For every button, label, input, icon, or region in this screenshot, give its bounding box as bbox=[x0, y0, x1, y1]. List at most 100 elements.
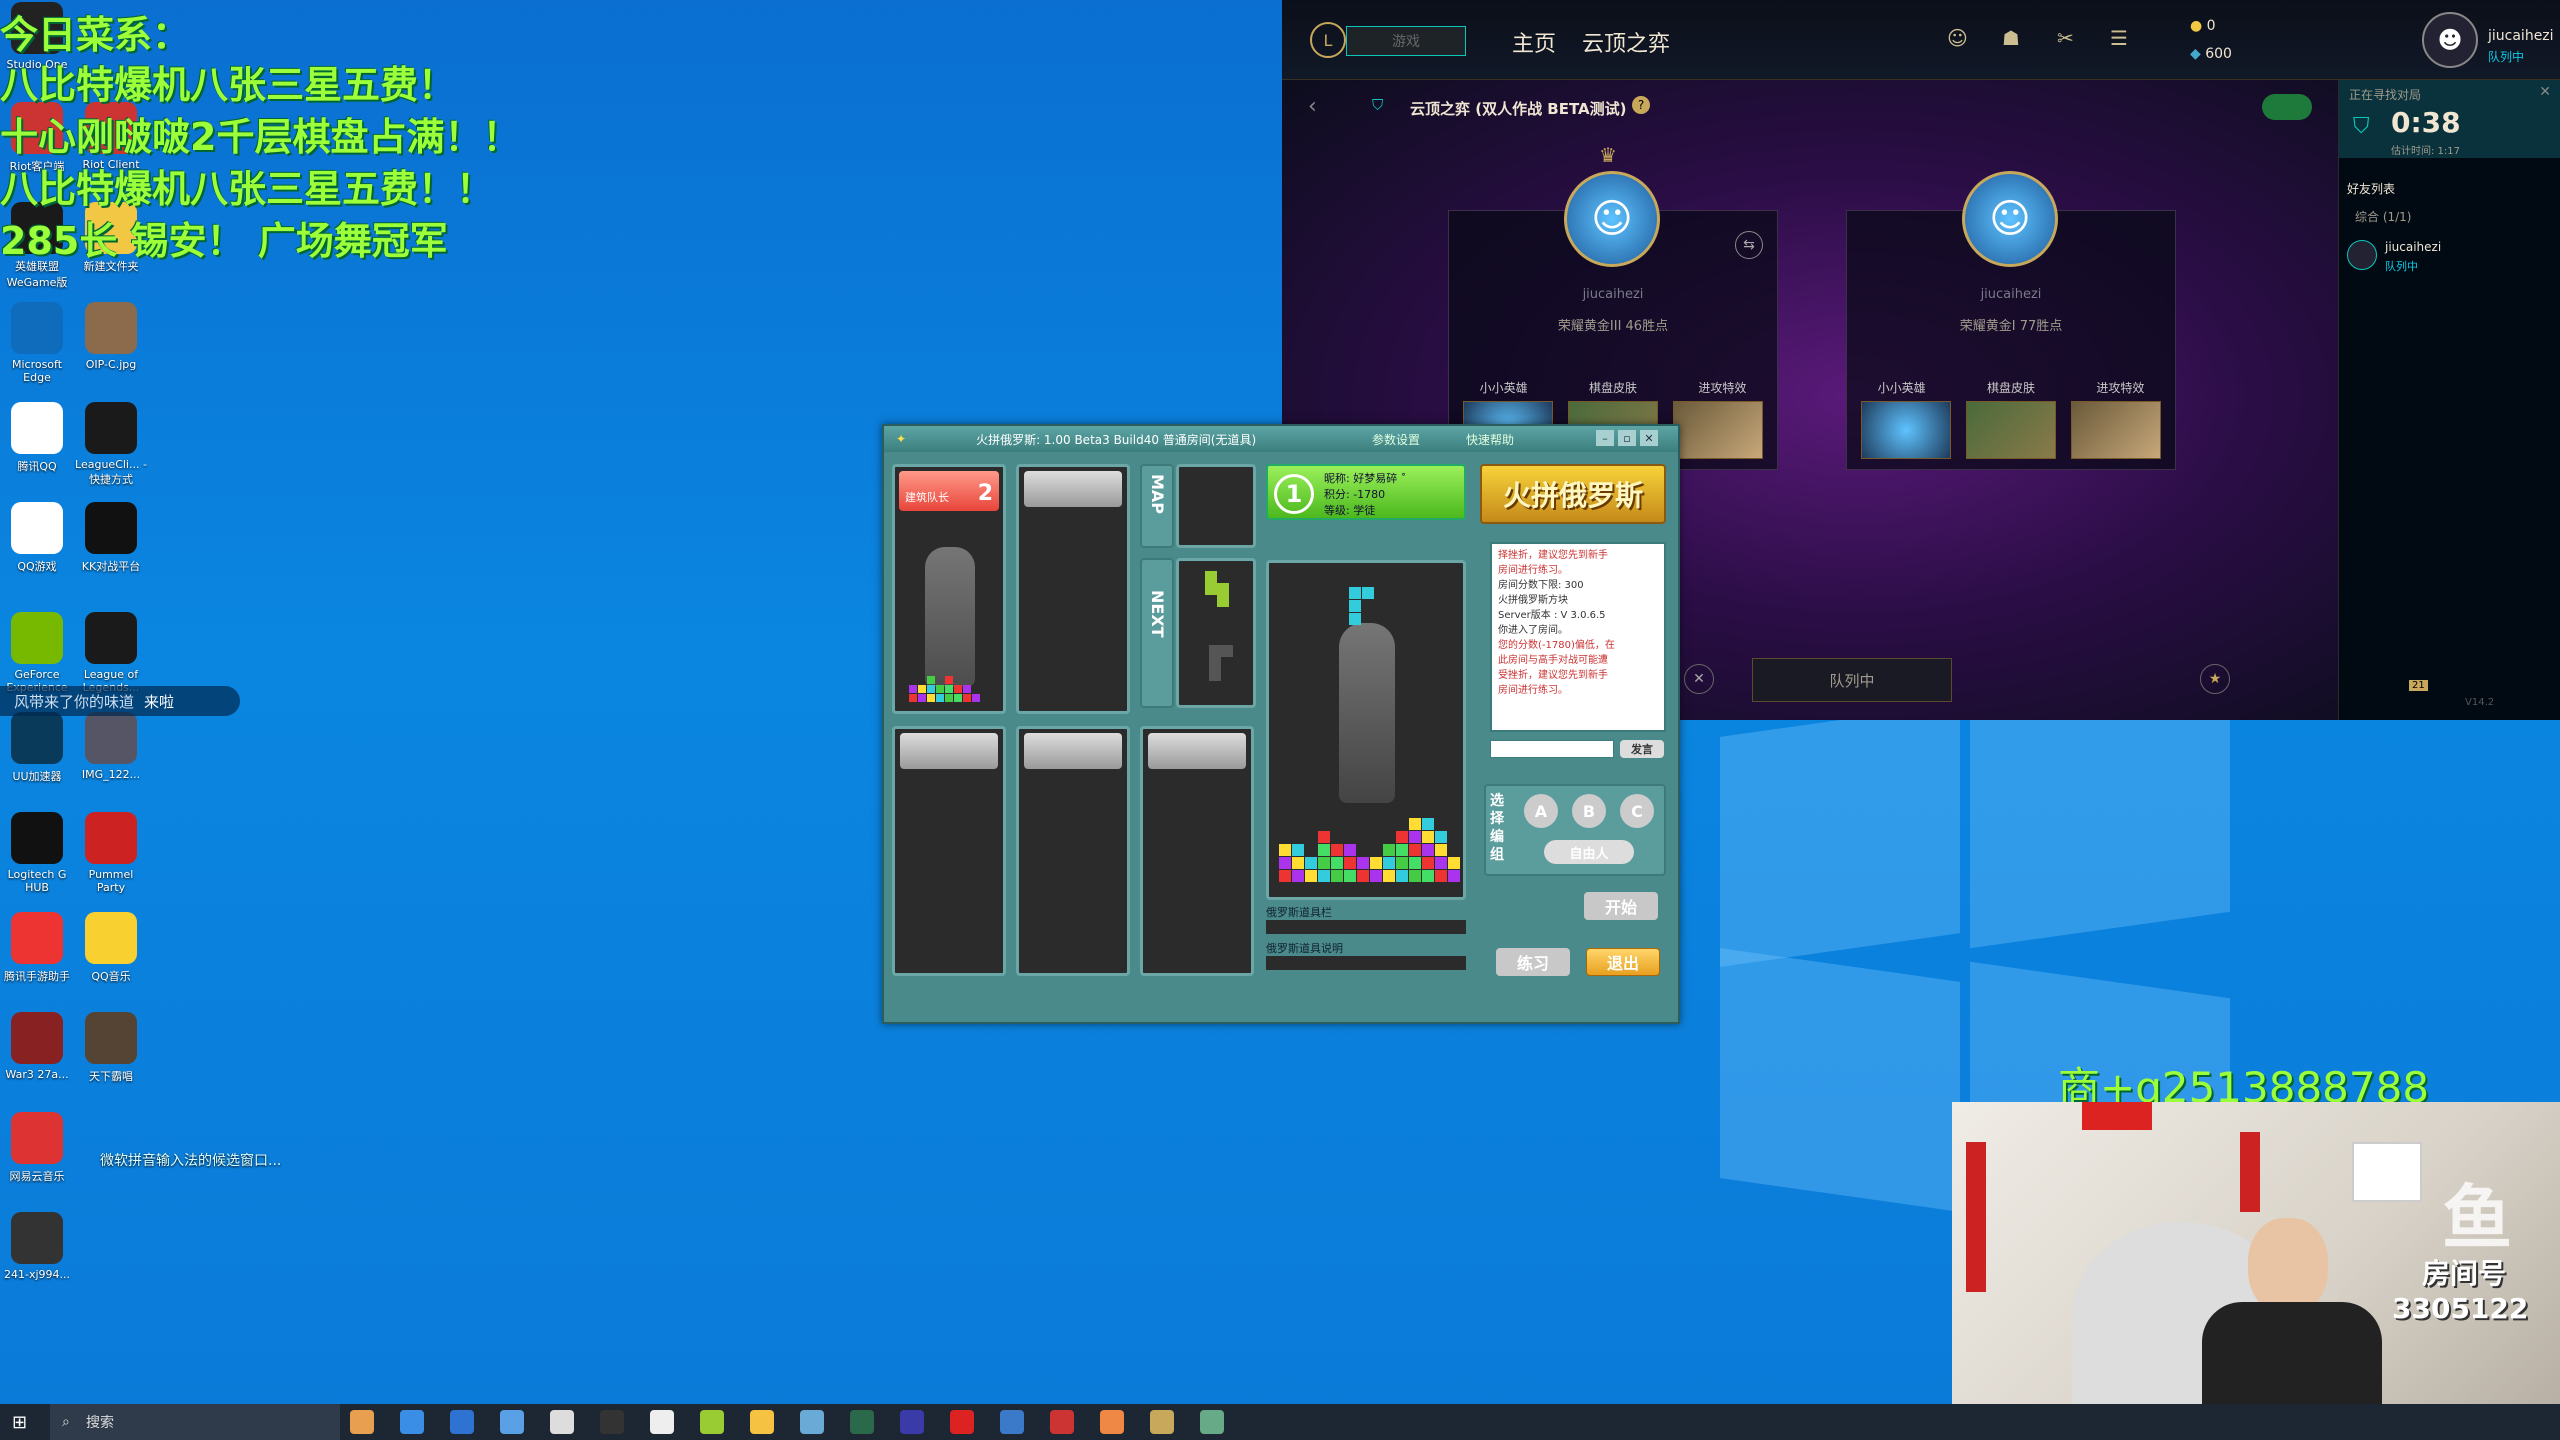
app-icon bbox=[11, 612, 63, 664]
desktop-icon[interactable]: League of Legends... bbox=[74, 612, 148, 694]
restore-icon[interactable]: ▫ bbox=[1618, 430, 1636, 446]
start-windows-icon[interactable]: ⊞ bbox=[12, 1412, 27, 1433]
profile-icon[interactable]: ☺ bbox=[1947, 26, 1968, 50]
team-a-button[interactable]: A bbox=[1524, 794, 1558, 828]
team-b-button[interactable]: B bbox=[1572, 794, 1606, 828]
desktop-icon[interactable]: 网易云音乐 bbox=[0, 1112, 74, 1184]
tetris-block bbox=[909, 685, 917, 693]
desktop-icon[interactable]: War3 27a... bbox=[0, 1012, 74, 1081]
desktop-icon[interactable]: Microsoft Edge bbox=[0, 302, 74, 384]
nav-home[interactable]: 主页 bbox=[1512, 26, 1556, 58]
friend-group[interactable]: 综合 (1/1) bbox=[2355, 208, 2412, 225]
desktop-icon[interactable]: KK对战平台 bbox=[74, 502, 148, 574]
app-icon bbox=[11, 1212, 63, 1264]
avatar[interactable]: ☻ bbox=[2422, 12, 2478, 68]
taskbar-app-icon[interactable] bbox=[950, 1410, 974, 1434]
taskbar-app-icon[interactable] bbox=[1100, 1410, 1124, 1434]
desktop-icon[interactable]: QQ游戏 bbox=[0, 502, 74, 574]
toggle-switch[interactable] bbox=[2262, 94, 2312, 120]
rp-value: 0 bbox=[2206, 18, 2216, 34]
red-decoration bbox=[2082, 1102, 2152, 1130]
slot-little-legend[interactable] bbox=[1861, 401, 1951, 459]
help-button[interactable]: 快速帮助 bbox=[1466, 431, 1514, 448]
taskbar-app-icon[interactable] bbox=[800, 1410, 824, 1434]
app-icon bbox=[11, 912, 63, 964]
user-status: 队列中 bbox=[2488, 50, 2525, 64]
send-button[interactable]: 发言 bbox=[1620, 740, 1664, 758]
slot-boom[interactable] bbox=[2071, 401, 2161, 459]
desktop-icon[interactable]: UU加速器 bbox=[0, 712, 74, 784]
taskbar-app-icon[interactable] bbox=[500, 1410, 524, 1434]
start-button[interactable]: 开始 bbox=[1584, 892, 1658, 920]
taskbar-app-icon[interactable] bbox=[600, 1410, 624, 1434]
player-2-rank: 荣耀黄金I 77胜点 bbox=[1959, 319, 2063, 334]
user-panel[interactable]: ☻ jiucaihezi 队列中 bbox=[2422, 8, 2560, 72]
tetris-block bbox=[1435, 870, 1447, 882]
desktop-icon[interactable]: Pummel Party bbox=[74, 812, 148, 894]
minimize-icon[interactable]: – bbox=[1596, 430, 1614, 446]
team-c-button[interactable]: C bbox=[1620, 794, 1654, 828]
ticker-line-4: 八比特爆机八张三星五费！！ bbox=[0, 167, 495, 211]
taskbar-app-icon[interactable] bbox=[1150, 1410, 1174, 1434]
desktop-icon[interactable]: 241-xj994... bbox=[0, 1212, 74, 1281]
mission-icon[interactable]: ★ bbox=[2200, 664, 2230, 694]
queue-button[interactable]: 队列中 bbox=[1752, 658, 1952, 702]
free-agent-button[interactable]: 自由人 bbox=[1544, 840, 1634, 864]
back-chevron-icon[interactable]: ‹ bbox=[1308, 94, 1317, 119]
taskbar-app-icon[interactable] bbox=[550, 1410, 574, 1434]
label-boom: 进攻特效 bbox=[2096, 381, 2145, 395]
store-icon[interactable]: ☰ bbox=[2110, 26, 2128, 50]
close-icon[interactable]: ✕ bbox=[2539, 84, 2551, 100]
lol-logo-icon[interactable]: L bbox=[1310, 22, 1346, 58]
desktop-icon[interactable]: IMG_122... bbox=[74, 712, 148, 781]
taskbar-app-icon[interactable] bbox=[1200, 1410, 1224, 1434]
tetris-block bbox=[918, 694, 926, 702]
tft-icon[interactable]: ✂ bbox=[2057, 26, 2074, 50]
help-icon[interactable]: ? bbox=[1632, 96, 1650, 114]
taskbar-app-icon[interactable] bbox=[750, 1410, 774, 1434]
desktop-icon[interactable]: QQ音乐 bbox=[74, 912, 148, 984]
main-tetris-board[interactable] bbox=[1266, 560, 1466, 900]
desktop-icon[interactable]: GeForce Experience bbox=[0, 612, 74, 694]
taskbar-app-icon[interactable] bbox=[1000, 1410, 1024, 1434]
tools-bar[interactable] bbox=[1266, 920, 1466, 934]
desktop-icon[interactable]: OIP-C.jpg bbox=[74, 302, 148, 371]
taskbar-app-icon[interactable] bbox=[400, 1410, 424, 1434]
slot-boom[interactable] bbox=[1673, 401, 1763, 459]
collection-icon[interactable]: ☗ bbox=[2002, 26, 2020, 50]
taskbar-app-icon[interactable] bbox=[1050, 1410, 1074, 1434]
game-title: 火拼俄罗斯: 1.00 Beta3 Build40 普通房间(无道具) bbox=[976, 432, 1257, 447]
cancel-queue-icon[interactable]: ✕ bbox=[1684, 664, 1714, 694]
desktop-icon-label: LeagueCli... - 快捷方式 bbox=[75, 458, 147, 486]
taskbar-app-icon[interactable] bbox=[450, 1410, 474, 1434]
label-little-legend: 小小英雄 bbox=[1877, 381, 1926, 395]
player-2-portrait: ☺ bbox=[1962, 171, 2058, 267]
params-button[interactable]: 参数设置 bbox=[1372, 431, 1420, 448]
tetris-block bbox=[954, 685, 962, 693]
app-icon bbox=[85, 812, 137, 864]
tetris-block bbox=[945, 676, 953, 684]
social-sidebar: 正在寻找对局 ✕ ⛉ 0:38 估计时间: 1:17 好友列表 综合 (1/1)… bbox=[2338, 80, 2560, 720]
desktop-icon[interactable]: LeagueCli... - 快捷方式 bbox=[74, 402, 148, 487]
practice-button[interactable]: 练习 bbox=[1496, 948, 1570, 976]
taskbar-search[interactable]: ⌕ 搜索 bbox=[50, 1404, 340, 1440]
exit-button[interactable]: 退出 bbox=[1586, 948, 1660, 976]
player-tag-panel: 建筑队长 2 bbox=[899, 471, 999, 511]
friend-name[interactable]: jiucaihezi bbox=[2385, 240, 2441, 254]
desktop-icon[interactable]: 天下霸唱 bbox=[74, 1012, 148, 1084]
friend-avatar[interactable] bbox=[2347, 240, 2377, 270]
taskbar-app-icon[interactable] bbox=[900, 1410, 924, 1434]
taskbar-app-icon[interactable] bbox=[850, 1410, 874, 1434]
nav-tft[interactable]: 云顶之弈 bbox=[1582, 26, 1670, 58]
desktop-icon[interactable]: 腾讯QQ bbox=[0, 402, 74, 474]
taskbar-app-icon[interactable] bbox=[350, 1410, 374, 1434]
taskbar-app-icon[interactable] bbox=[700, 1410, 724, 1434]
desktop-icon[interactable]: Logitech G HUB bbox=[0, 812, 74, 894]
desktop-icon[interactable]: 腾讯手游助手 bbox=[0, 912, 74, 984]
taskbar-app-icon[interactable] bbox=[650, 1410, 674, 1434]
close-icon[interactable]: ✕ bbox=[1640, 430, 1658, 446]
slot-arena-skin[interactable] bbox=[1966, 401, 2056, 459]
chat-input[interactable] bbox=[1490, 740, 1614, 758]
play-button[interactable]: 游戏 bbox=[1346, 26, 1466, 56]
swap-icon[interactable]: ⇆ bbox=[1735, 231, 1763, 259]
